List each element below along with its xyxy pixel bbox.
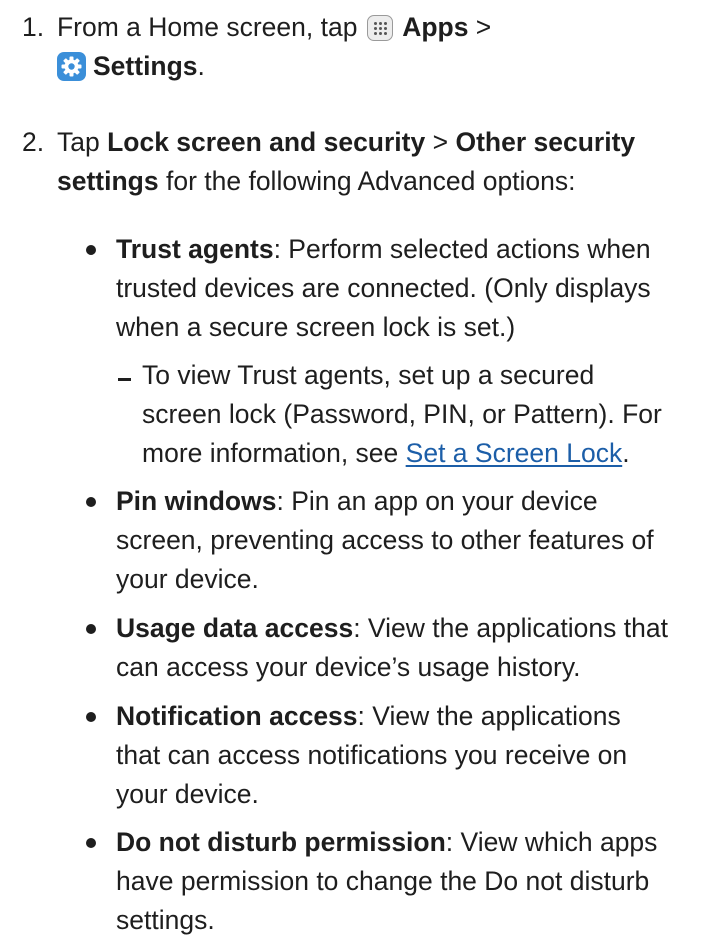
text-segment: for the following Advanced options: [158,166,576,196]
text-segment: . [197,51,205,81]
step-number: 2. [22,127,45,157]
bold-term: Lock screen and security [107,127,426,157]
text-line: Trust agents: Perform selected actions w… [116,230,696,269]
text-line: when a secure screen lock is set.) [116,308,696,347]
text-segment: screen lock (Password, PIN, or Pattern).… [142,399,662,429]
bullet-marker [86,497,96,507]
text-line: that can access notifications you receiv… [116,736,696,775]
text-segment: can access your device’s usage history. [116,652,581,682]
text-segment: : View the applications [357,701,621,731]
subitem-text: To view Trust agents, set up a secured sc… [142,356,696,473]
bullet-text: Pin windows: Pin an app on your device sc… [116,482,696,599]
step-text: From a Home screen, tap Apps > Settings. [57,8,694,86]
text-line: have permission to change the Do not dis… [116,862,696,901]
text-line: your device. [116,775,696,814]
step-number: 1. [22,12,45,42]
text-segment: have permission to change the Do not dis… [116,866,650,896]
text-segment: that can access notifications you receiv… [116,740,628,770]
settings-icon [57,52,86,81]
text-segment: Tap [57,127,108,157]
text-segment: To view Trust agents, set up a secured [142,360,595,390]
text-line: settings for the following Advanced opti… [57,162,694,201]
text-line: your device. [116,560,696,599]
text-segment: when a secure screen lock is set.) [116,312,516,342]
bold-term: Pin windows [116,486,277,516]
text-segment: > [425,127,456,157]
bullet-text: Do not disturb permission: View which ap… [116,823,696,940]
bold-term: Do not disturb permission [116,827,446,857]
text-segment: . [622,438,630,468]
text-segment: settings. [116,905,215,935]
bullet-text: Trust agents: Perform selected actions w… [116,230,696,347]
text-segment: more information, see [142,438,406,468]
text-line: more information, see Set a Screen Lock. [142,434,696,473]
text-segment: trusted devices are connected. (Only dis… [116,273,651,303]
bold-term: Apps [402,12,469,42]
text-line: Do not disturb permission: View which ap… [116,823,696,862]
bold-term: Settings [93,51,198,81]
text-segment: screen, preventing access to other featu… [116,525,654,555]
text-segment: From a Home screen, tap [57,12,365,42]
apps-icon [366,15,393,41]
dash-marker [118,378,131,381]
step-text: Tap Lock screen and security > Other sec… [57,123,694,201]
text-segment: > [468,12,492,42]
text-line: From a Home screen, tap Apps > [57,8,694,47]
bold-term: settings [57,166,159,196]
bullet-marker [86,624,96,634]
text-segment: : View which apps [445,827,658,857]
bullet-marker [86,712,96,722]
text-line: Pin windows: Pin an app on your device [116,482,696,521]
text-line: Usage data access: View the applications… [116,609,696,648]
text-line: Notification access: View the applicatio… [116,697,696,736]
bold-term: Trust agents [116,234,274,264]
bold-term: Other security [455,127,636,157]
bullet-text: Notification access: View the applicatio… [116,697,696,814]
text-line: Settings. [57,47,694,86]
set-a-screen-lock-link[interactable]: Set a Screen Lock [406,438,623,468]
text-segment: your device. [116,564,259,594]
bold-term: Notification access [116,701,358,731]
text-line: trusted devices are connected. (Only dis… [116,269,696,308]
text-line: settings. [116,901,696,940]
text-segment: : Perform selected actions when [273,234,651,264]
text-line: Tap Lock screen and security > Other sec… [57,123,694,162]
text-segment: your device. [116,779,259,809]
bullet-text: Usage data access: View the applications… [116,609,696,687]
text-line: To view Trust agents, set up a secured [142,356,696,395]
text-segment: : View the applications that [353,613,668,643]
text-line: screen, preventing access to other featu… [116,521,696,560]
bold-term: Usage data access [116,613,354,643]
text-line: screen lock (Password, PIN, or Pattern).… [142,395,696,434]
bullet-marker [86,838,96,848]
bullet-marker [86,245,96,255]
text-line: can access your device’s usage history. [116,648,696,687]
instruction-page: 1. From a Home screen, tap Apps > Setting… [0,0,704,935]
text-segment: : Pin an app on your device [276,486,598,516]
